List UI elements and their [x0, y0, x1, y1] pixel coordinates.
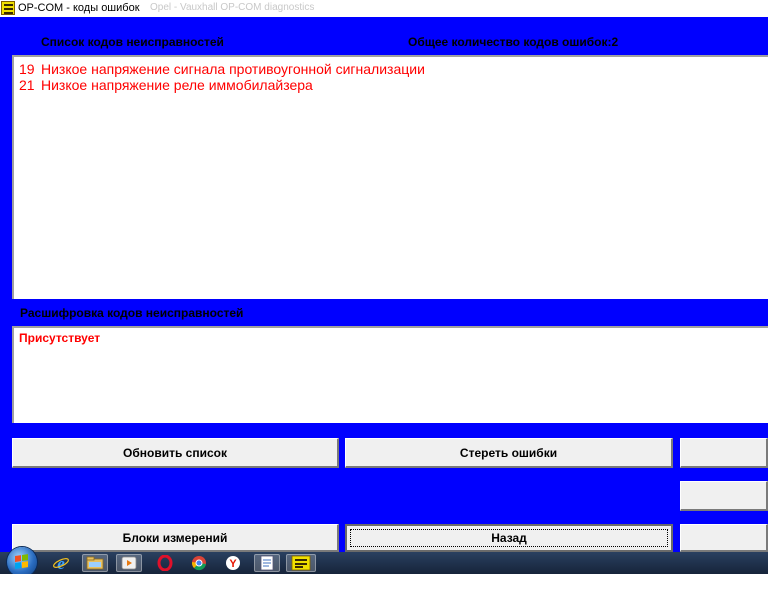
back-button[interactable]: Назад	[345, 524, 673, 552]
right-button-2[interactable]	[680, 481, 768, 511]
decode-label: Расшифровка кодов неисправностей	[20, 306, 244, 320]
refresh-list-button[interactable]: Обновить список	[12, 438, 339, 468]
background-window-title: Opel - Vauxhall OP-COM diagnostics	[150, 2, 315, 13]
yandex-browser-icon[interactable]: Y	[220, 554, 246, 572]
main-panel: Список кодов неисправностей Общее количе…	[0, 17, 768, 552]
dtc-description: Низкое напряжение сигнала противоугонной…	[41, 61, 425, 77]
notepad-icon[interactable]	[254, 554, 280, 572]
dtc-code: 19	[19, 61, 35, 77]
decode-textbox[interactable]: Присутствует	[12, 326, 768, 423]
empty-area	[0, 574, 768, 614]
chrome-icon[interactable]	[186, 554, 212, 572]
dtc-description: Низкое напряжение реле иммобилайзера	[41, 77, 313, 93]
file-explorer-icon[interactable]	[82, 554, 108, 572]
opcom-icon[interactable]	[286, 554, 316, 572]
dtc-listbox[interactable]: 19 Низкое напряжение сигнала противоугонн…	[12, 55, 768, 299]
dtc-list-label: Список кодов неисправностей	[41, 35, 224, 49]
dtc-count-label: Общее количество кодов ошибок:2	[408, 35, 619, 49]
svg-text:Y: Y	[229, 558, 237, 570]
opera-icon[interactable]	[152, 554, 178, 572]
internet-explorer-icon[interactable]: e	[48, 554, 74, 572]
svg-text:e: e	[57, 554, 65, 572]
measurement-blocks-button[interactable]: Блоки измерений	[12, 524, 339, 552]
dtc-code: 21	[19, 77, 35, 93]
dtc-list-item[interactable]: 21 Низкое напряжение реле иммобилайзера	[19, 77, 313, 93]
opcom-logo-icon	[1, 1, 15, 15]
window-title: OP-COM - коды ошибок	[18, 2, 140, 14]
windows-taskbar: e Y	[0, 547, 768, 577]
right-button-1[interactable]	[680, 438, 768, 468]
dtc-list-item[interactable]: 19 Низкое напряжение сигнала противоугонн…	[19, 61, 425, 77]
windows-start-icon[interactable]	[7, 547, 37, 577]
title-bar[interactable]: OP-COM - коды ошибок Opel - Vauxhall OP-…	[0, 0, 768, 17]
clear-errors-button[interactable]: Стереть ошибки	[345, 438, 673, 468]
right-button-3[interactable]	[680, 524, 768, 552]
media-player-icon[interactable]	[116, 554, 142, 572]
dtc-status-text: Присутствует	[19, 331, 101, 345]
